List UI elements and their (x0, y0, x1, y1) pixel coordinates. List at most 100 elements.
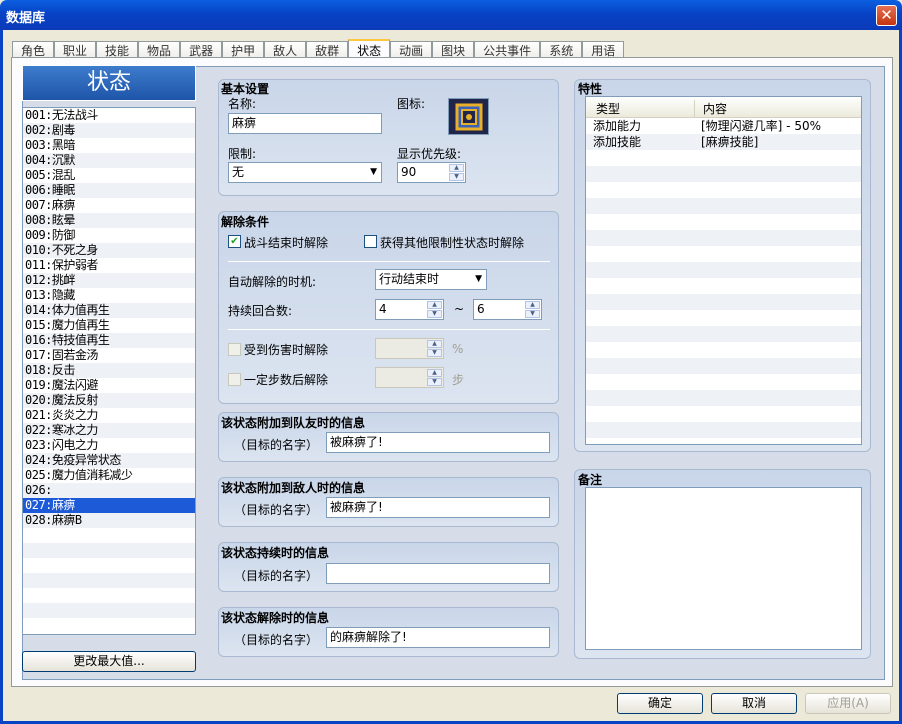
list-item-empty[interactable] (23, 573, 195, 588)
feature-row-empty[interactable] (586, 294, 861, 310)
list-item-empty[interactable] (23, 588, 195, 603)
list-item-empty[interactable] (23, 558, 195, 573)
spin-up-icon[interactable]: ▲ (427, 369, 442, 377)
feature-row-empty[interactable] (586, 390, 861, 406)
apply-button[interactable]: 应用(A) (805, 693, 891, 714)
ok-button[interactable]: 确定 (617, 693, 703, 714)
feature-row-empty[interactable] (586, 214, 861, 230)
cancel-button[interactable]: 取消 (711, 693, 797, 714)
list-item[interactable]: 012:挑衅 (23, 273, 195, 288)
feature-row-empty[interactable] (586, 262, 861, 278)
list-item[interactable]: 001:无法战斗 (23, 108, 195, 123)
steps-spinner[interactable]: ▲ ▼ (427, 369, 442, 386)
name-input[interactable]: 麻痹 (228, 113, 382, 134)
spin-up-icon[interactable]: ▲ (449, 164, 464, 172)
list-item[interactable]: 005:混乱 (23, 168, 195, 183)
steps-input[interactable]: ▲ ▼ (375, 367, 444, 388)
turns-min-input[interactable]: 4 ▲ ▼ (375, 299, 444, 320)
notes-textarea[interactable] (585, 487, 862, 650)
list-item[interactable]: 006:睡眠 (23, 183, 195, 198)
list-item[interactable]: 011:保护弱者 (23, 258, 195, 273)
change-max-button[interactable]: 更改最大值... (22, 651, 196, 672)
feature-row-empty[interactable] (586, 326, 861, 342)
feature-row[interactable]: 添加技能 [麻痹技能] (586, 134, 861, 150)
feature-row-empty[interactable] (586, 422, 861, 438)
spin-up-icon[interactable]: ▲ (525, 301, 540, 309)
damage-input[interactable]: ▲ ▼ (375, 338, 444, 359)
list-item[interactable]: 025:魔力值消耗减少 (23, 468, 195, 483)
spin-up-icon[interactable]: ▲ (427, 301, 442, 309)
message-input[interactable]: 被麻痹了! (326, 432, 550, 453)
list-item-empty[interactable] (23, 543, 195, 558)
list-item[interactable]: 022:寒冰之力 (23, 423, 195, 438)
close-button[interactable]: ✕ (876, 5, 897, 26)
col-content[interactable]: 内容 (694, 100, 727, 117)
spin-down-icon[interactable]: ▼ (427, 310, 442, 318)
restriction-dropdown[interactable]: 无 ▼ (228, 162, 382, 183)
feature-row-empty[interactable] (586, 358, 861, 374)
list-item[interactable]: 014:体力值再生 (23, 303, 195, 318)
list-item[interactable]: 007:麻痹 (23, 198, 195, 213)
message-input[interactable]: 被麻痹了! (326, 497, 550, 518)
feature-row-empty[interactable] (586, 374, 861, 390)
list-item[interactable]: 021:炎炎之力 (23, 408, 195, 423)
list-item[interactable]: 027:麻痹 (23, 498, 195, 513)
list-item[interactable]: 003:黑暗 (23, 138, 195, 153)
list-item[interactable]: 002:剧毒 (23, 123, 195, 138)
list-item[interactable]: 010:不死之身 (23, 243, 195, 258)
list-item[interactable]: 013:隐藏 (23, 288, 195, 303)
state-icon-button[interactable] (448, 98, 489, 135)
col-type[interactable]: 类型 (596, 100, 620, 117)
list-item[interactable]: 020:魔法反射 (23, 393, 195, 408)
list-item[interactable]: 017:固若金汤 (23, 348, 195, 363)
turns-max-spinner[interactable]: ▲ ▼ (525, 301, 540, 318)
damage-checkbox[interactable] (228, 343, 241, 356)
feature-row-empty[interactable] (586, 150, 861, 166)
feature-row-empty[interactable] (586, 278, 861, 294)
message-prefix: （目标的名字） (234, 569, 319, 583)
feature-row-empty[interactable] (586, 198, 861, 214)
timing-dropdown[interactable]: 行动结束时 ▼ (375, 269, 487, 290)
battle-end-checkbox[interactable]: ✔ (228, 235, 241, 248)
list-item[interactable]: 008:眩晕 (23, 213, 195, 228)
list-item-empty[interactable] (23, 603, 195, 618)
list-item[interactable]: 019:魔法闪避 (23, 378, 195, 393)
feature-row-empty[interactable] (586, 246, 861, 262)
restriction-label: 限制: (228, 147, 257, 161)
list-item[interactable]: 009:防御 (23, 228, 195, 243)
spin-down-icon[interactable]: ▼ (525, 310, 540, 318)
spin-down-icon[interactable]: ▼ (449, 173, 464, 181)
damage-spinner[interactable]: ▲ ▼ (427, 340, 442, 357)
list-item[interactable]: 026: (23, 483, 195, 498)
steps-checkbox[interactable] (228, 373, 241, 386)
turns-min-spinner[interactable]: ▲ ▼ (427, 301, 442, 318)
list-item[interactable]: 004:沉默 (23, 153, 195, 168)
spin-up-icon[interactable]: ▲ (427, 340, 442, 348)
spin-down-icon[interactable]: ▼ (427, 349, 442, 357)
list-item[interactable]: 015:魔力值再生 (23, 318, 195, 333)
list-item[interactable]: 024:免疫异常状态 (23, 453, 195, 468)
list-item[interactable]: 028:麻痹B (23, 513, 195, 528)
list-item[interactable]: 016:特技值再生 (23, 333, 195, 348)
feature-row[interactable]: 添加能力 [物理闪避几率] - 50% (586, 118, 861, 134)
feature-row-empty[interactable] (586, 406, 861, 422)
feature-row-empty[interactable] (586, 230, 861, 246)
message-input[interactable] (326, 563, 550, 584)
list-item[interactable]: 018:反击 (23, 363, 195, 378)
feature-row-empty[interactable] (586, 342, 861, 358)
list-item-empty[interactable] (23, 618, 195, 633)
list-item-empty[interactable] (23, 528, 195, 543)
state-list[interactable]: 001:无法战斗 002:剧毒 003:黑暗 004:沉默 005:混乱 006:睡眠 00… (22, 107, 196, 635)
spin-down-icon[interactable]: ▼ (427, 378, 442, 386)
turns-max-input[interactable]: 6 ▲ ▼ (473, 299, 542, 320)
features-header: 类型 内容 (586, 97, 861, 118)
feature-row-empty[interactable] (586, 166, 861, 182)
features-table[interactable]: 类型 内容 添加能力 [物理闪避几率] - 50% 添加技能 [麻痹技能] (585, 96, 862, 445)
message-input[interactable]: 的麻痹解除了! (326, 627, 550, 648)
feature-row-empty[interactable] (586, 310, 861, 326)
other-restriction-checkbox[interactable] (364, 235, 377, 248)
list-item[interactable]: 023:闪电之力 (23, 438, 195, 453)
priority-spinner[interactable]: ▲ ▼ (449, 164, 464, 181)
priority-input[interactable]: 90 ▲ ▼ (397, 162, 466, 183)
feature-row-empty[interactable] (586, 182, 861, 198)
